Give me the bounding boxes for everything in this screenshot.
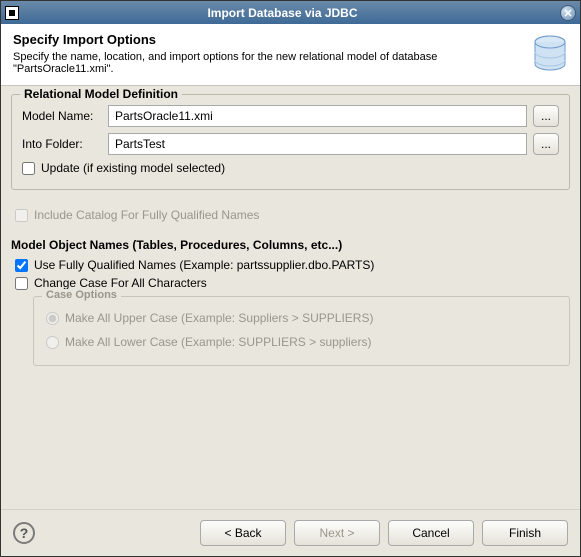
group-legend: Relational Model Definition: [20, 87, 182, 101]
database-icon: [532, 34, 568, 77]
next-button-label: Next >: [319, 526, 354, 540]
wizard-heading: Specify Import Options: [13, 32, 524, 47]
next-button: Next >: [294, 520, 380, 546]
upper-case-row: Make All Upper Case (Example: Suppliers …: [46, 311, 557, 325]
into-folder-field[interactable]: [108, 133, 527, 155]
include-catalog-row: Include Catalog For Fully Qualified Name…: [15, 208, 570, 222]
back-button[interactable]: < Back: [200, 520, 286, 546]
into-folder-label: Into Folder:: [22, 137, 102, 151]
update-checkbox-row: Update (if existing model selected): [22, 161, 559, 175]
close-button[interactable]: [560, 5, 576, 21]
wizard-footer: ? < Back Next > Cancel Finish: [1, 509, 580, 556]
fully-qualified-row: Use Fully Qualified Names (Example: part…: [15, 258, 570, 272]
ellipsis-icon: ...: [541, 137, 551, 151]
change-case-label: Change Case For All Characters: [34, 276, 207, 290]
model-name-label: Model Name:: [22, 109, 102, 123]
lower-case-label: Make All Lower Case (Example: SUPPLIERS …: [65, 335, 371, 349]
fully-qualified-label: Use Fully Qualified Names (Example: part…: [34, 258, 374, 272]
wizard-content: Relational Model Definition Model Name: …: [1, 86, 580, 509]
help-button[interactable]: ?: [13, 522, 35, 544]
upper-case-radio: [46, 312, 59, 325]
dialog-window: Import Database via JDBC Specify Import …: [0, 0, 581, 557]
model-name-browse-button[interactable]: ...: [533, 105, 559, 127]
change-case-checkbox[interactable]: [15, 277, 28, 290]
finish-button[interactable]: Finish: [482, 520, 568, 546]
back-button-label: < Back: [224, 526, 261, 540]
case-options-group: Case Options Make All Upper Case (Exampl…: [33, 296, 570, 366]
model-name-row: Model Name: ...: [22, 105, 559, 127]
include-catalog-label: Include Catalog For Fully Qualified Name…: [34, 208, 259, 222]
model-object-names-heading: Model Object Names (Tables, Procedures, …: [11, 238, 570, 252]
titlebar: Import Database via JDBC: [1, 1, 580, 24]
into-folder-browse-button[interactable]: ...: [533, 133, 559, 155]
update-checkbox-label: Update (if existing model selected): [41, 161, 225, 175]
cancel-button-label: Cancel: [412, 526, 449, 540]
wizard-description: Specify the name, location, and import o…: [13, 51, 473, 75]
cancel-button[interactable]: Cancel: [388, 520, 474, 546]
window-title: Import Database via JDBC: [5, 6, 560, 20]
upper-case-label: Make All Upper Case (Example: Suppliers …: [65, 311, 373, 325]
wizard-header: Specify Import Options Specify the name,…: [1, 24, 580, 86]
update-checkbox[interactable]: [22, 162, 35, 175]
lower-case-radio: [46, 336, 59, 349]
ellipsis-icon: ...: [541, 109, 551, 123]
fully-qualified-checkbox[interactable]: [15, 259, 28, 272]
finish-button-label: Finish: [509, 526, 541, 540]
model-name-field[interactable]: [108, 105, 527, 127]
case-options-legend: Case Options: [42, 289, 121, 301]
help-icon: ?: [20, 525, 29, 541]
relational-model-definition-group: Relational Model Definition Model Name: …: [11, 94, 570, 190]
into-folder-row: Into Folder: ...: [22, 133, 559, 155]
include-catalog-checkbox: [15, 209, 28, 222]
close-icon: [564, 9, 572, 17]
lower-case-row: Make All Lower Case (Example: SUPPLIERS …: [46, 335, 557, 349]
change-case-row: Change Case For All Characters: [15, 276, 570, 290]
